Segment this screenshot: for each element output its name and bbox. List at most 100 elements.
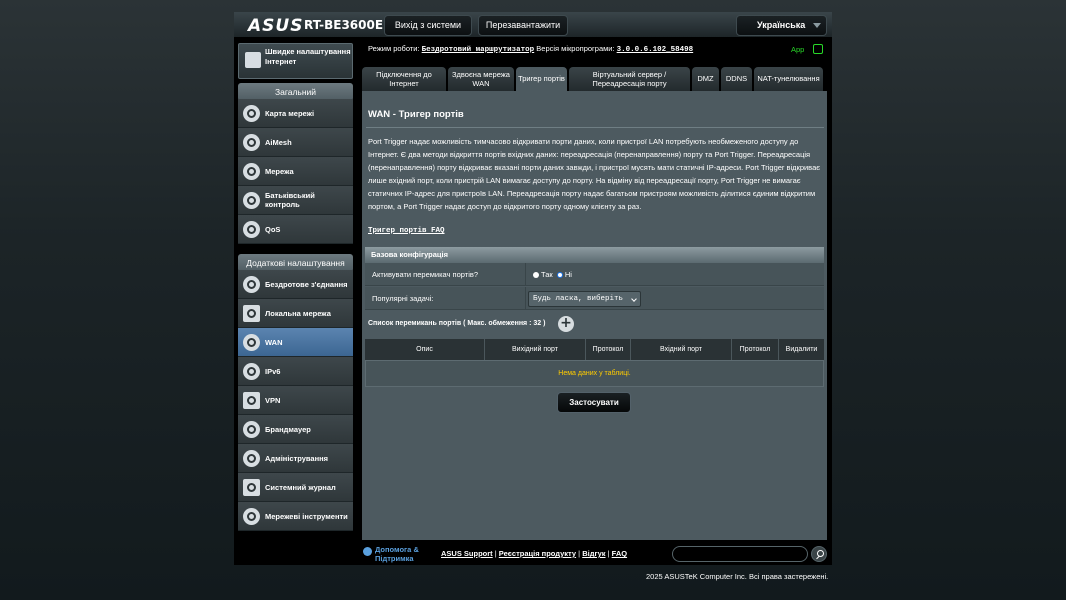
sidebar-item-label: Системний журнал xyxy=(265,482,336,492)
sidebar-item-label: Локальна мережа xyxy=(265,308,331,318)
col-outgoing-port: Вихідний порт xyxy=(485,339,586,360)
sidebar-item-label: Батьківський контроль xyxy=(265,191,315,209)
page-description: Port Trigger надає можливість тимчасово … xyxy=(368,137,821,211)
system-log-icon xyxy=(243,479,260,496)
product-registration-link[interactable]: Реєстрація продукту xyxy=(499,549,576,558)
firmware-link[interactable]: 3.0.0.6.102_58498 xyxy=(617,46,694,54)
trigger-list-title: Список перемикань портів ( Макс. обмежен… xyxy=(368,320,546,327)
operation-mode-line: Режим роботи: Бездротовий маршрутизатор … xyxy=(368,44,693,54)
divider xyxy=(366,127,824,128)
qis-icon xyxy=(245,52,261,68)
tab-dmz[interactable]: DMZ xyxy=(692,67,719,92)
add-rule-button[interactable]: + xyxy=(558,316,574,332)
sidebar-item-ipv6[interactable]: IPv6 xyxy=(238,357,353,386)
radio-no-label: Ні xyxy=(564,270,572,279)
app-label[interactable]: App xyxy=(791,45,804,54)
sidebar-item-qos[interactable]: QoS xyxy=(238,215,353,244)
sidebar-item-wireless[interactable]: Бездротове з'єднання xyxy=(238,270,353,299)
vpn-icon xyxy=(243,392,260,409)
sidebar-item-label: Мережа xyxy=(265,166,294,176)
aimesh-icon xyxy=(243,134,260,151)
chevron-down-icon xyxy=(813,23,821,28)
sidebar-item-label: Мережеві інструменти xyxy=(265,511,348,521)
search-icon[interactable] xyxy=(811,546,827,562)
sidebar-item-parental-control[interactable]: Батьківський контроль xyxy=(238,186,353,215)
app-icon[interactable] xyxy=(813,44,823,54)
model-name: RT-BE3600E xyxy=(304,18,384,32)
sidebar-item-system-log[interactable]: Системний журнал xyxy=(238,473,353,502)
sidebar-item-label: VPN xyxy=(265,395,281,405)
popular-tasks-select[interactable]: Будь ласка, виберіть xyxy=(528,291,641,307)
radio-yes-label: Так xyxy=(541,270,553,279)
network-tools-icon xyxy=(243,508,260,525)
sidebar-item-aimesh[interactable]: AiMesh xyxy=(238,128,353,157)
general-menu: Карта мережі AiMesh Мережа Батьківський … xyxy=(238,99,353,244)
tab-virtual-server[interactable]: Віртуальний сервер / Переадресація порту xyxy=(569,67,690,92)
col-description: Опис xyxy=(365,339,485,360)
feedback-link[interactable]: Відгук xyxy=(582,549,605,558)
sidebar-item-wan[interactable]: WAN xyxy=(238,328,353,357)
lan-icon xyxy=(243,305,260,322)
network-icon xyxy=(243,163,260,180)
col-incoming-port: Вхідний порт xyxy=(631,339,732,360)
wan-icon xyxy=(243,334,260,351)
mode-link[interactable]: Бездротовий маршрутизатор xyxy=(422,46,535,54)
administration-icon xyxy=(243,450,260,467)
footer-links: ASUS Support | Реєстрація продукту | Від… xyxy=(441,549,628,558)
sidebar-item-label: Карта мережі xyxy=(265,108,315,118)
col-protocol-in: Протокол xyxy=(732,339,779,360)
tab-nat-passthrough[interactable]: NAT-тунелювання xyxy=(754,67,823,92)
asus-logo[interactable]: ASUS xyxy=(248,16,303,36)
language-label: Українська xyxy=(757,20,806,30)
sidebar-item-firewall[interactable]: Брандмауер xyxy=(238,415,353,444)
apply-button[interactable]: Застосувати xyxy=(557,392,631,413)
page-title: WAN - Тригер портів xyxy=(368,109,464,120)
advanced-menu: Бездротове з'єднання Локальна мережа WAN… xyxy=(238,270,353,531)
ipv6-icon xyxy=(243,363,260,380)
col-protocol-out: Протокол xyxy=(586,339,631,360)
sidebar-item-label: AiMesh xyxy=(265,137,292,147)
col-delete: Видалити xyxy=(785,346,818,353)
sidebar-item-label: Бездротове з'єднання xyxy=(265,279,348,289)
language-select[interactable]: Українська xyxy=(736,15,827,36)
logout-button[interactable]: Вихід з системи xyxy=(384,15,472,36)
tab-internet-connection[interactable]: Підключення до Інтернет xyxy=(362,67,446,92)
sidebar-item-label: IPv6 xyxy=(265,366,281,376)
enable-trigger-row: Активувати перемикач портів? Так Ні xyxy=(365,263,824,286)
empty-table-message: Нема даних у таблиці. xyxy=(365,360,824,387)
parental-control-icon xyxy=(243,192,260,209)
faq-link[interactable]: FAQ xyxy=(612,549,627,558)
search-input[interactable] xyxy=(672,546,808,562)
enable-trigger-label: Активувати перемикач портів? xyxy=(365,263,526,285)
copyright: 2025 ASUSTeK Computer Inc. Всі права зас… xyxy=(646,572,829,581)
qis-label: Швидке налаштування Інтернет xyxy=(265,47,351,66)
sidebar-item-label: QoS xyxy=(265,224,281,234)
mode-label: Режим роботи: xyxy=(368,44,420,53)
firewall-icon xyxy=(243,421,260,438)
sidebar-item-lan[interactable]: Локальна мережа xyxy=(238,299,353,328)
tab-dual-wan[interactable]: Здвоєна мережа WAN xyxy=(448,67,514,92)
tab-port-trigger[interactable]: Тригер портів xyxy=(516,67,567,92)
popular-tasks-label: Популярні задачі: xyxy=(365,287,526,309)
network-map-icon xyxy=(243,105,260,122)
sidebar-item-label: Адміністрування xyxy=(265,453,329,463)
help-support-link[interactable]: Допомога & Підтримка xyxy=(375,545,435,563)
asus-support-link[interactable]: ASUS Support xyxy=(441,549,493,558)
quick-internet-setup[interactable]: Швидке налаштування Інтернет xyxy=(238,43,353,79)
sidebar-item-network-map[interactable]: Карта мережі xyxy=(238,99,353,128)
sidebar-item-vpn[interactable]: VPN xyxy=(238,386,353,415)
reboot-button[interactable]: Перезавантажити xyxy=(478,15,568,36)
tab-ddns[interactable]: DDNS xyxy=(721,67,752,92)
sidebar-item-administration[interactable]: Адміністрування xyxy=(238,444,353,473)
sidebar-item-network[interactable]: Мережа xyxy=(238,157,353,186)
trigger-table-header: Опис Вихідний порт Протокол Вхідний порт… xyxy=(365,339,824,360)
radio-no[interactable] xyxy=(556,272,563,278)
radio-yes[interactable] xyxy=(533,272,539,278)
basic-config-header: Базова конфігурація xyxy=(365,247,824,263)
help-icon xyxy=(363,547,372,556)
port-trigger-faq-link[interactable]: Тригер портів FAQ xyxy=(368,227,445,235)
sidebar-item-network-tools[interactable]: Мережеві інструменти xyxy=(238,502,353,531)
wireless-icon xyxy=(243,276,260,293)
enable-trigger-options: Так Ні xyxy=(533,263,572,285)
fw-label: Версія мікропрограми: xyxy=(536,44,615,53)
